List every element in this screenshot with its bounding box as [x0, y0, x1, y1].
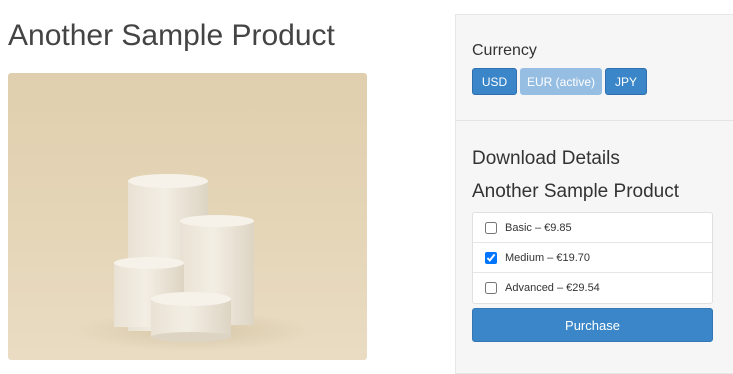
option-advanced-checkbox[interactable] — [485, 282, 497, 294]
option-medium[interactable]: Medium – €19.70 — [473, 243, 712, 273]
option-advanced[interactable]: Advanced – €29.54 — [473, 273, 712, 303]
currency-jpy-button[interactable]: JPY — [605, 68, 647, 95]
license-options-list: Basic – €9.85 Medium – €19.70 Advanced –… — [472, 212, 713, 304]
download-product-name: Another Sample Product — [472, 181, 680, 202]
currency-label: Currency — [472, 42, 537, 59]
download-details-heading: Download Details — [472, 148, 620, 169]
option-medium-checkbox[interactable] — [485, 251, 497, 264]
section-divider — [456, 120, 733, 121]
option-advanced-label: Advanced – €29.54 — [505, 282, 600, 294]
currency-usd-button[interactable]: USD — [472, 68, 517, 95]
purchase-button[interactable]: Purchase — [472, 308, 713, 342]
option-medium-label: Medium – €19.70 — [505, 251, 590, 264]
option-basic-label: Basic – €9.85 — [505, 221, 572, 234]
purchase-sidebar: Currency USD EUR (active) JPY Download D… — [455, 14, 733, 374]
option-basic-checkbox[interactable] — [485, 221, 497, 234]
page-title: Another Sample Product — [8, 19, 335, 52]
product-image — [8, 73, 367, 360]
currency-eur-button[interactable]: EUR (active) — [520, 68, 602, 95]
option-basic[interactable]: Basic – €9.85 — [473, 213, 712, 243]
